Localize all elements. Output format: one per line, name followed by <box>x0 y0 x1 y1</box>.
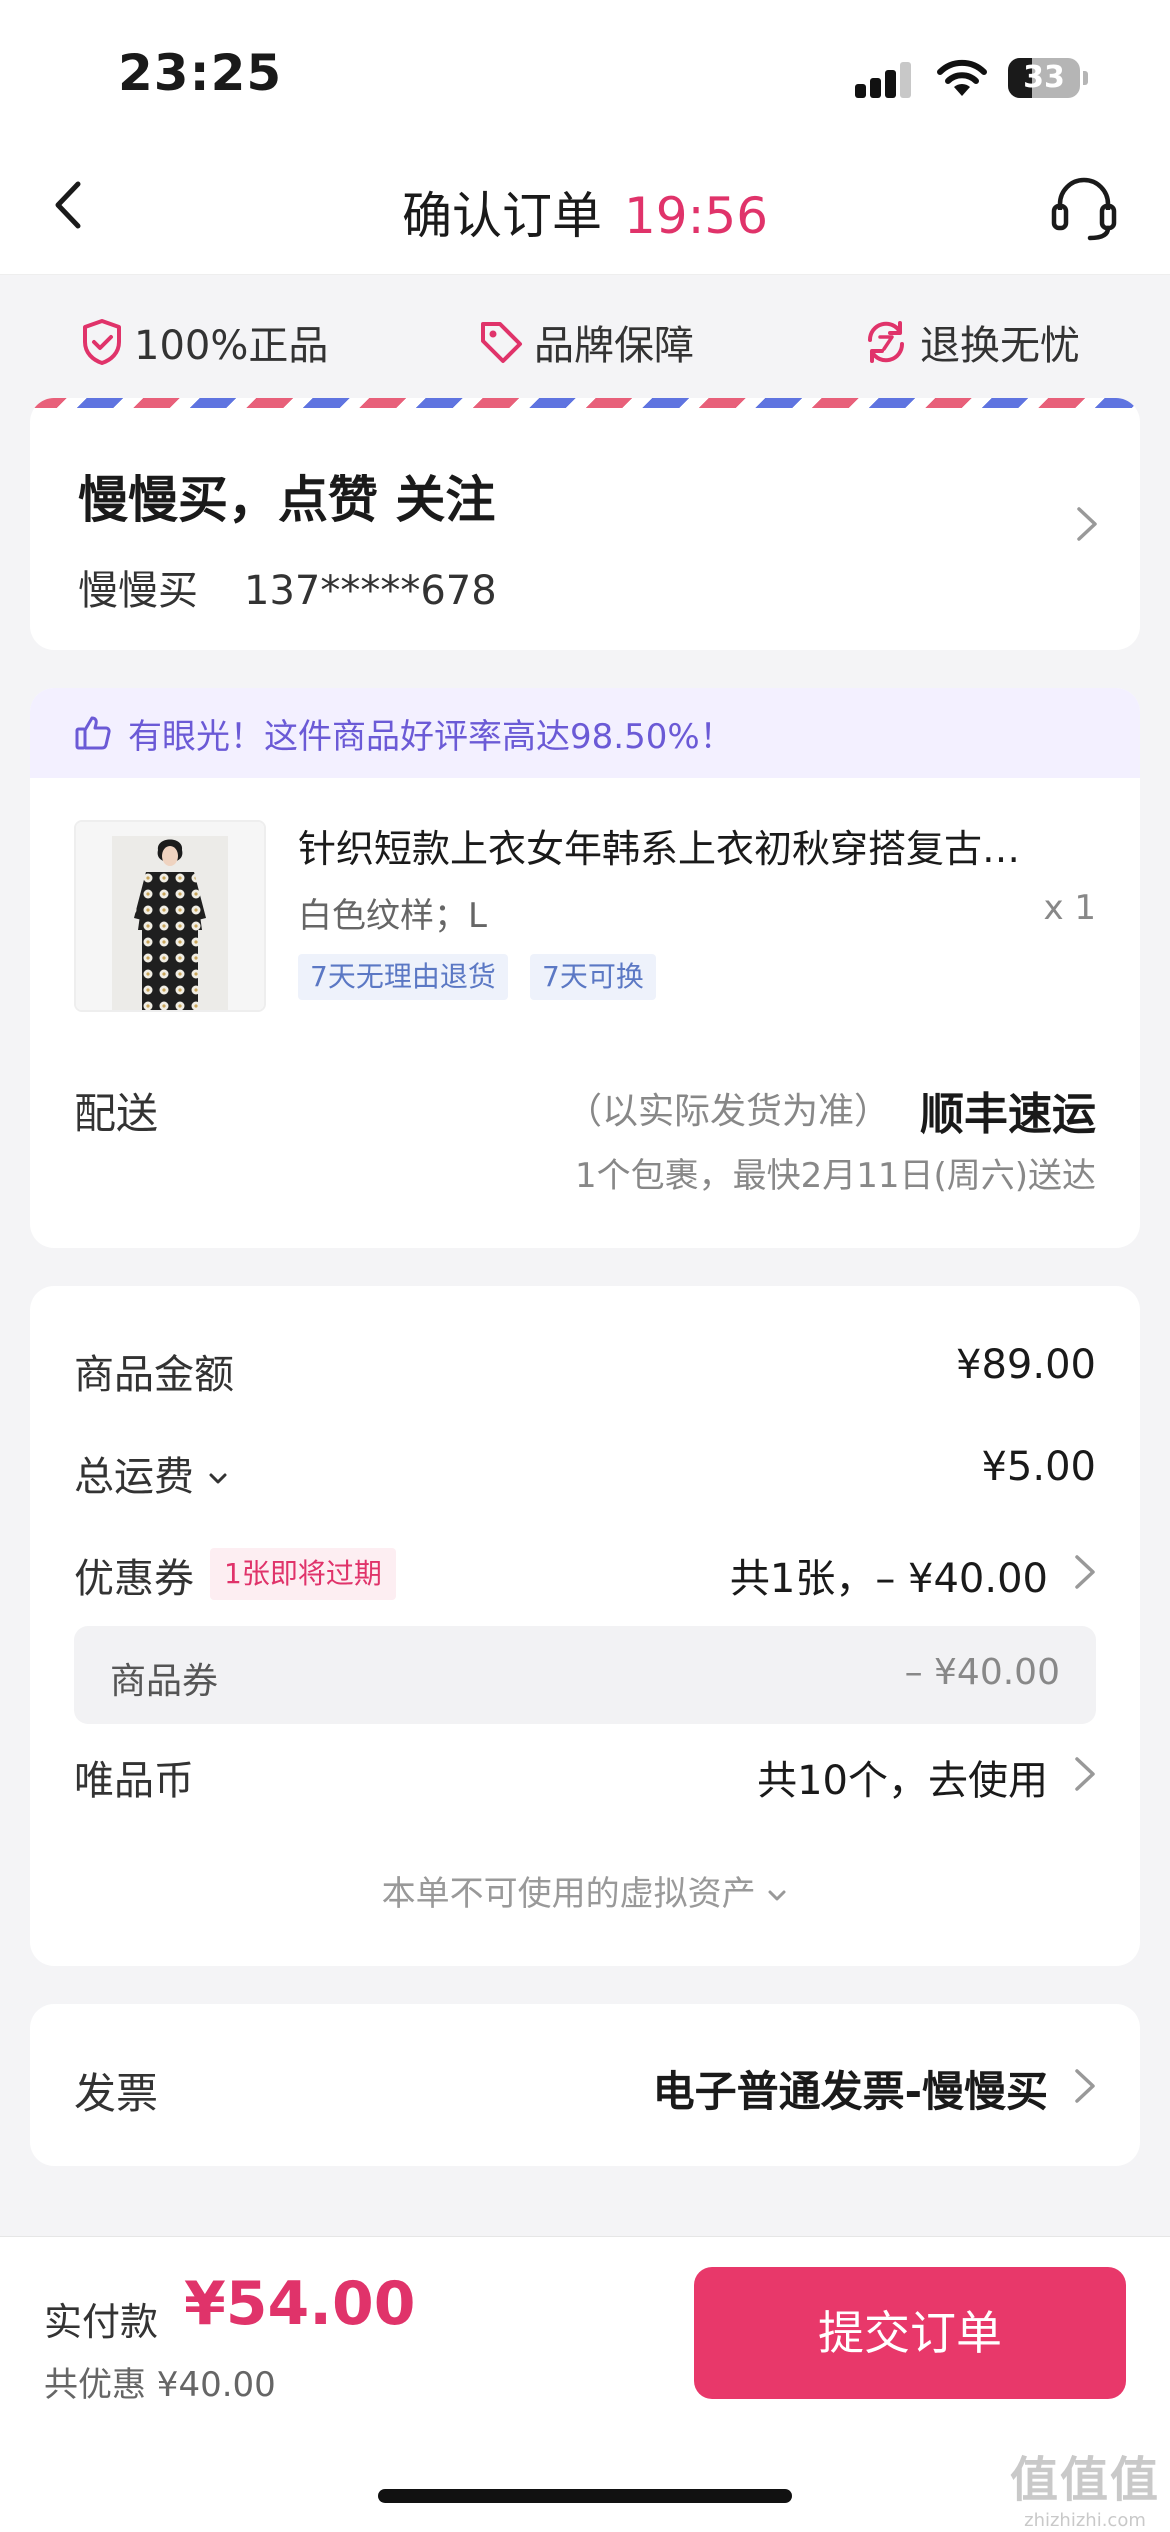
goods-amount-value: ¥89.00 <box>956 1342 1096 1388</box>
shipping-label: 配送 <box>74 1089 159 1138</box>
total-saved: 共优惠 ¥40.00 <box>44 2365 276 2405</box>
guarantee-label: 退换无忧 <box>920 323 1080 369</box>
freight-toggle[interactable]: 总运费 <box>74 1444 229 1502</box>
coin-use-link[interactable]: 共10个，去使用 <box>757 1748 1048 1806</box>
shield-check-icon <box>83 319 121 365</box>
product-quantity: x 1 <box>1043 888 1096 928</box>
product-image[interactable] <box>74 820 266 1012</box>
pay-amount: ¥54.00 <box>184 2269 416 2339</box>
goods-amount-label: 商品金额 <box>74 1352 234 1398</box>
virtual-assets-toggle[interactable]: 本单不可使用的虚拟资产 <box>30 1866 1140 1915</box>
wifi-icon <box>937 59 987 96</box>
chevron-right-icon <box>1077 507 1097 541</box>
watermark: 值值值 zhizhizhi.com <box>1010 2440 1160 2531</box>
shipping-note: （以实际发货为准） <box>565 1091 890 1132</box>
price-card: 商品金额 ¥89.00 总运费 ¥5.00 优惠券 1张即将过期 共1张，– ¥… <box>30 1286 1140 1966</box>
goods-coupon-label: 商品券 <box>110 1661 219 1702</box>
page-title: 确认订单 19:56 <box>0 176 1170 248</box>
address-card[interactable]: 慢慢买，点赞 关注 慢慢买 137*****678 <box>30 398 1140 650</box>
chevron-right-icon <box>1075 2069 1095 2103</box>
guarantee-label: 100%正品 <box>134 323 329 369</box>
goods-coupon-row: 商品券 – ¥40.00 <box>74 1626 1096 1724</box>
coupon-label: 优惠券 <box>74 1556 194 1602</box>
exchange-policy-tag: 7天可换 <box>530 954 656 1000</box>
receiver-name: 慢慢买 <box>78 568 198 614</box>
status-bar: 23:25 33 <box>0 0 1170 140</box>
goods-coupon-value: – ¥40.00 <box>904 1652 1060 1693</box>
watermark-url: zhizhizhi.com <box>1024 2510 1146 2531</box>
praise-text: 有眼光！这件商品好评率高达98.50%！ <box>128 716 734 757</box>
watermark-logo: 值值值 <box>1010 2452 1161 2508</box>
coupon-value[interactable]: 共1张，– ¥40.00 <box>730 1546 1048 1604</box>
guarantee-brand: 品牌保障 <box>478 313 694 371</box>
virtual-assets-label: 本单不可使用的虚拟资产 <box>381 1874 756 1914</box>
product-spec: 白色纹样；L <box>298 896 487 936</box>
guarantee-label: 品牌保障 <box>534 323 694 369</box>
chevron-right-icon[interactable] <box>1072 1552 1098 1592</box>
tag-icon <box>481 322 522 363</box>
invoice-value: 电子普通发票-慢慢买 <box>652 2067 1048 2116</box>
nav-bar: 确认订单 19:56 <box>0 140 1170 275</box>
thumbs-up-icon <box>75 716 111 750</box>
freight-value: ¥5.00 <box>981 1444 1096 1490</box>
guarantee-row: 100%正品 品牌保障 退换无忧 <box>0 275 1170 400</box>
submit-order-button[interactable]: 提交订单 <box>694 2267 1126 2399</box>
checkout-bar: 实付款 ¥54.00 共优惠 ¥40.00 提交订单 <box>0 2236 1170 2532</box>
chevron-down-icon <box>768 1890 786 1900</box>
product-card: 有眼光！这件商品好评率高达98.50%！ 针织短款上衣女年韩系上衣初秋穿搭复古…… <box>30 688 1140 1248</box>
guarantee-return: 退换无忧 <box>862 313 1080 371</box>
status-time: 23:25 <box>118 44 283 102</box>
address-name: 慢慢买，点赞 关注 <box>78 471 496 529</box>
countdown-timer: 19:56 <box>623 187 769 245</box>
guarantee-authentic: 100%正品 <box>80 313 328 371</box>
customer-service-icon[interactable] <box>1046 170 1122 246</box>
airmail-border <box>30 398 1140 408</box>
invoice-label: 发票 <box>74 2069 159 2118</box>
coupon-expire-badge: 1张即将过期 <box>210 1548 396 1600</box>
shipping-carrier: 顺丰速运 <box>920 1089 1096 1140</box>
pay-label: 实付款 <box>44 2300 159 2344</box>
cellular-signal-icon <box>855 62 915 98</box>
battery-icon: 33 <box>1008 58 1088 98</box>
invoice-card[interactable]: 发票 电子普通发票-慢慢买 <box>30 2004 1140 2166</box>
home-indicator[interactable] <box>378 2489 792 2503</box>
praise-banner: 有眼光！这件商品好评率高达98.50%！ <box>30 688 1140 778</box>
coin-label: 唯品币 <box>74 1758 194 1804</box>
battery-level: 33 <box>1023 60 1065 95</box>
chevron-right-icon[interactable] <box>1072 1754 1098 1794</box>
product-thumbnail <box>76 822 264 1010</box>
receiver-phone: 137*****678 <box>244 568 497 614</box>
shipping-eta: 1个包裹，最快2月11日(周六)送达 <box>574 1156 1096 1196</box>
return-policy-tag: 7天无理由退货 <box>298 954 508 1000</box>
address-contact: 慢慢买 137*****678 <box>78 558 497 616</box>
product-title[interactable]: 针织短款上衣女年韩系上衣初秋穿搭复古… <box>298 818 1098 873</box>
freight-label: 总运费 <box>74 1454 194 1500</box>
page-title-text: 确认订单 <box>401 187 602 245</box>
chevron-down-icon <box>209 1473 227 1484</box>
return-exchange-icon <box>867 321 905 363</box>
